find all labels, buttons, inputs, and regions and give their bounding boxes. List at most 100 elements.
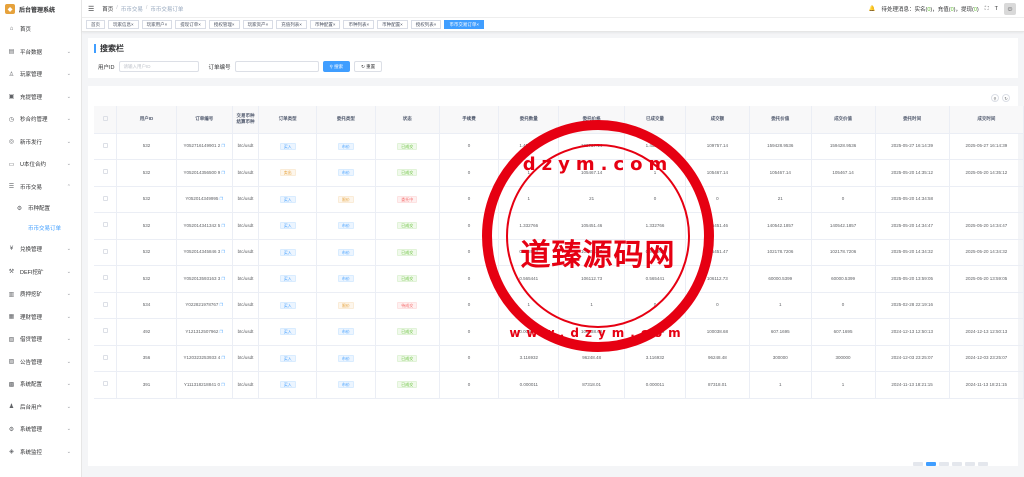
row-checkbox[interactable] <box>94 159 118 187</box>
copy-icon[interactable]: ❐ <box>220 143 225 148</box>
select-all-checkbox[interactable] <box>94 106 118 134</box>
avatar[interactable]: ☺ <box>1004 3 1016 15</box>
withdraw-label: 提现( <box>961 7 974 13</box>
cell-user-id: 492 <box>116 318 177 346</box>
search-toggle-icon[interactable]: ⚲ <box>991 94 999 102</box>
sidebar-item[interactable]: ♟ 后台用户 ⌄ <box>0 396 81 419</box>
tab-1[interactable]: 玩家信息 × <box>108 20 139 29</box>
tab-5[interactable]: 玩家资产 × <box>242 20 274 29</box>
close-icon[interactable]: × <box>400 22 403 27</box>
copy-icon[interactable]: ❐ <box>218 329 224 334</box>
tab-6[interactable]: 充值列表 × <box>276 20 307 29</box>
sidebar-item[interactable]: ⚙ 系统管理 ⌄ <box>0 418 81 441</box>
sidebar-item[interactable]: ☰ 币币交易 ⌃ <box>0 176 81 199</box>
pagination[interactable] <box>913 462 988 466</box>
tab-4[interactable]: 授权管理 × <box>208 20 240 29</box>
refresh-icon[interactable]: ↻ <box>1002 94 1010 102</box>
sidebar-item[interactable]: ▨ 公告管理 ⌄ <box>0 351 81 374</box>
row-checkbox[interactable] <box>94 239 118 266</box>
row-checkbox[interactable] <box>94 292 118 319</box>
row-checkbox[interactable] <box>94 265 118 293</box>
sidebar-item-coin-config[interactable]: ⚙ 币种配置 <box>0 198 81 218</box>
cell-entrust-qty: 0.565441 <box>498 265 560 293</box>
tab-0[interactable]: 首页 <box>86 20 105 29</box>
close-icon[interactable]: × <box>232 22 235 27</box>
hamburger-icon[interactable]: ☰ <box>88 5 94 13</box>
sidebar-item[interactable]: ▣ 充提管理 ⌄ <box>0 86 81 109</box>
sidebar-item[interactable]: ◎ 新币发行 ⌄ <box>0 131 81 154</box>
sidebar-item[interactable]: ¥ 兑换管理 ⌄ <box>0 238 81 261</box>
close-icon[interactable]: × <box>131 22 134 27</box>
page-next[interactable] <box>978 462 988 466</box>
copy-icon[interactable]: ❐ <box>218 196 224 201</box>
sidebar-item[interactable]: ▩ 系统配置 ⌄ <box>0 373 81 396</box>
sidebar-item[interactable]: ⚒ DEFI挖矿 ⌄ <box>0 261 81 284</box>
tab-7[interactable]: 币种配置 × <box>309 20 341 29</box>
tab-2[interactable]: 玩家用户 × <box>141 20 173 29</box>
sidebar-item[interactable]: ▧ 借贷管理 ⌄ <box>0 328 81 351</box>
fullscreen-icon[interactable]: ⛶ <box>985 6 989 13</box>
chevron-icon: ⌄ <box>66 93 71 100</box>
close-icon[interactable]: × <box>266 22 269 27</box>
breadcrumb-level1[interactable]: 币币交易 <box>121 5 143 13</box>
copy-icon[interactable]: ❐ <box>220 249 225 254</box>
row-checkbox[interactable] <box>94 133 118 160</box>
copy-icon[interactable]: ❐ <box>220 382 225 387</box>
tab-3[interactable]: 提现订单 × <box>175 20 206 29</box>
copy-icon[interactable]: ❐ <box>220 355 225 360</box>
reset-button[interactable]: ↻ 重置 <box>354 61 383 72</box>
copy-icon[interactable]: ❐ <box>220 276 225 281</box>
tab-label: 币种配置 <box>314 21 333 27</box>
close-icon[interactable]: × <box>198 22 201 27</box>
close-icon[interactable]: × <box>299 22 302 27</box>
cell-filled-time: 2025-05-27 16:14:39 <box>949 133 1024 160</box>
row-checkbox[interactable] <box>94 186 118 213</box>
page-item[interactable] <box>939 462 949 466</box>
page-item[interactable] <box>952 462 962 466</box>
tab-8[interactable]: 币种列表 × <box>343 20 375 29</box>
sidebar-item[interactable]: ▤ 平台数据 ⌄ <box>0 41 81 64</box>
tab-10[interactable]: 授权列表 × <box>410 20 442 29</box>
mining-icon: ⚒ <box>8 269 15 276</box>
cell-order-no: Y052716149901 2 ❐ <box>176 133 233 160</box>
search-button[interactable]: ⚲ 搜索 <box>322 61 351 72</box>
copy-icon[interactable]: ❐ <box>218 302 224 307</box>
row-checkbox[interactable] <box>94 345 118 372</box>
sidebar-item[interactable]: ▥ 质押挖矿 ⌄ <box>0 283 81 306</box>
pending-messages[interactable]: 待处理消息：实名(0)，充值(0)，提现(0) <box>882 5 979 13</box>
app-logo[interactable]: ◆ 后台管理系统 <box>0 0 81 18</box>
copy-icon[interactable]: ❐ <box>220 170 225 175</box>
column-header: 成交时间 <box>949 106 1024 134</box>
cell-entrust-time: 2025-05-20 14:34:47 <box>875 212 950 240</box>
font-size-icon[interactable]: T <box>995 6 998 12</box>
cell-entrust-value: 102178.7206 <box>749 239 812 266</box>
tab-11[interactable]: 币币交易订单 × <box>444 20 485 29</box>
sidebar-item-coin-orders[interactable]: 币币交易订单 <box>0 218 81 238</box>
sidebar-item[interactable]: ◈ 系统监控 ⌄ <box>0 441 81 464</box>
close-icon[interactable]: × <box>165 22 168 27</box>
sidebar-item[interactable]: ▦ 理财管理 ⌄ <box>0 306 81 329</box>
close-icon[interactable]: × <box>366 22 369 27</box>
close-icon[interactable]: × <box>434 22 437 27</box>
row-checkbox[interactable] <box>94 318 118 346</box>
row-checkbox[interactable] <box>94 212 118 240</box>
sidebar-item[interactable]: ◷ 秒合约管理 ⌄ <box>0 108 81 131</box>
copy-icon[interactable]: ❐ <box>220 223 225 228</box>
tab-9[interactable]: 币种配置 × <box>377 20 408 29</box>
cell-entrust-type: 市价 <box>316 239 376 266</box>
bell-icon[interactable]: 🔔 <box>869 6 876 12</box>
order-input[interactable] <box>234 61 319 72</box>
sidebar-item[interactable]: ▭ U本位合约 ⌄ <box>0 153 81 176</box>
tab-label: 授权列表 <box>415 21 434 27</box>
uid-input[interactable]: 请输入用户ID <box>118 61 199 72</box>
close-icon[interactable]: × <box>333 22 336 27</box>
sidebar-item[interactable]: ⌂ 首页 <box>0 18 81 41</box>
cell-status-badge: 待成交 <box>397 301 418 309</box>
row-checkbox[interactable] <box>94 371 118 399</box>
page-item[interactable] <box>965 462 975 466</box>
page-current[interactable] <box>926 462 936 466</box>
close-icon[interactable]: × <box>476 22 479 27</box>
breadcrumb-home[interactable]: 首页 <box>102 5 113 13</box>
page-prev[interactable] <box>913 462 923 466</box>
sidebar-item[interactable]: ♙ 玩家管理 ⌄ <box>0 63 81 86</box>
